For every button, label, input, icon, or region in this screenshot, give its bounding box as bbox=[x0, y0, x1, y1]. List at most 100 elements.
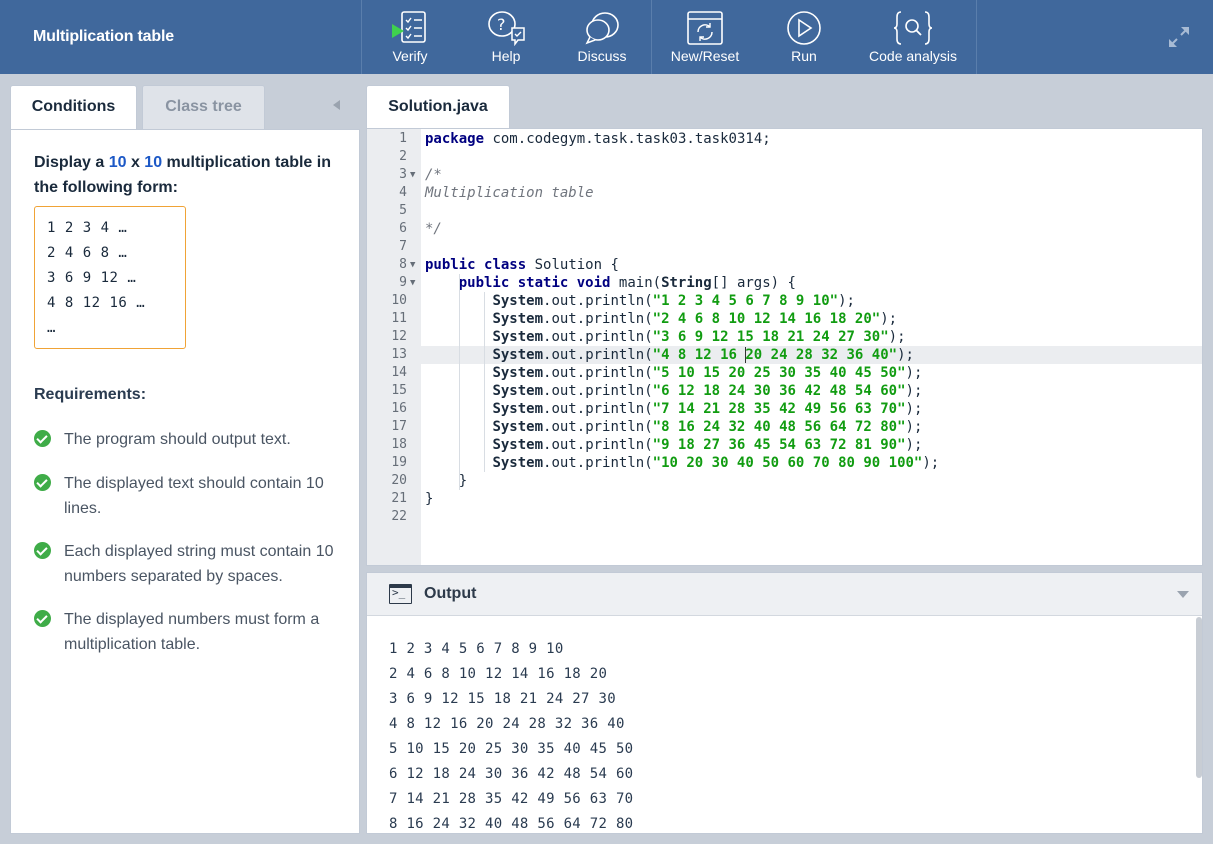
line-number: 22 bbox=[391, 509, 407, 524]
line-number: 15 bbox=[391, 383, 407, 398]
line-number: 5 bbox=[399, 203, 407, 218]
code-line[interactable]: 21} bbox=[367, 490, 1202, 508]
verify-button[interactable]: Verify bbox=[362, 0, 458, 74]
code-text: System.out.println("8 16 24 32 40 48 56 … bbox=[492, 419, 923, 435]
code-line[interactable]: 6 */ bbox=[367, 220, 1202, 238]
output-line: 3 6 9 12 15 18 21 24 27 30 bbox=[389, 691, 616, 707]
run-button[interactable]: Run bbox=[758, 0, 850, 74]
fold-arrow-icon[interactable]: ▼ bbox=[410, 166, 415, 184]
discuss-label: Discuss bbox=[577, 48, 627, 64]
code-line[interactable]: 13 System.out.println("4 8 12 16 20 24 2… bbox=[367, 346, 1202, 364]
conditions-panel: Display a 10 x 10 multiplication table i… bbox=[10, 129, 360, 834]
code-analysis-button[interactable]: Code analysis bbox=[850, 0, 976, 74]
code-text: public class Solution { bbox=[425, 257, 619, 273]
code-line[interactable]: 7 bbox=[367, 238, 1202, 256]
line-number: 13 bbox=[391, 347, 407, 362]
code-line[interactable]: 9 ▼ public static void main(String[] args… bbox=[367, 274, 1202, 292]
output-line: 4 8 12 16 20 24 28 32 36 40 bbox=[389, 716, 625, 732]
toolbar-divider bbox=[976, 0, 977, 74]
code-line[interactable]: 12 System.out.println("3 6 9 12 15 18 21… bbox=[367, 328, 1202, 346]
check-icon bbox=[34, 610, 51, 627]
line-number: 16 bbox=[391, 401, 407, 416]
code-text: } bbox=[425, 473, 468, 489]
line-number: 9 bbox=[399, 275, 407, 290]
fold-arrow-icon[interactable]: ▼ bbox=[410, 256, 415, 274]
code-text: System.out.println("1 2 3 4 5 6 7 8 9 10… bbox=[492, 293, 855, 309]
task-text-times: x bbox=[126, 154, 145, 171]
indent-guide bbox=[484, 292, 486, 472]
discuss-button[interactable]: Discuss bbox=[554, 0, 650, 74]
code-text: Multiplication table bbox=[425, 185, 594, 201]
chevron-down-icon[interactable] bbox=[1177, 591, 1189, 598]
requirement-text: Each displayed string must contain 10 nu… bbox=[64, 543, 334, 585]
code-line[interactable]: 20 } bbox=[367, 472, 1202, 490]
code-text: System.out.println("7 14 21 28 35 42 49 … bbox=[492, 401, 923, 417]
tab-conditions[interactable]: Conditions bbox=[10, 85, 137, 130]
verify-label: Verify bbox=[392, 48, 428, 64]
output-line: 6 12 18 24 30 36 42 48 54 60 bbox=[389, 766, 634, 782]
code-line[interactable]: 18 System.out.println("9 18 27 36 45 54 … bbox=[367, 436, 1202, 454]
output-header[interactable]: >_ Output bbox=[367, 573, 1202, 616]
line-number: 6 bbox=[399, 221, 407, 236]
code-line[interactable]: 1 package com.codegym.task.task03.task031… bbox=[367, 130, 1202, 148]
example-row: 4 8 12 16 … bbox=[47, 295, 146, 311]
code-line[interactable]: 15 System.out.println("6 12 18 24 30 36 … bbox=[367, 382, 1202, 400]
code-text: /* bbox=[425, 167, 442, 183]
code-line[interactable]: 14 System.out.println("5 10 15 20 25 30 … bbox=[367, 364, 1202, 382]
line-number: 3 bbox=[399, 167, 407, 182]
task-text-prefix: Display a bbox=[34, 154, 109, 171]
code-text: public static void main(String[] args) { bbox=[458, 275, 796, 291]
code-line[interactable]: 2 bbox=[367, 148, 1202, 166]
collapse-panel-icon[interactable] bbox=[333, 100, 340, 110]
output-scrollbar[interactable] bbox=[1196, 617, 1202, 778]
code-line[interactable]: 22 bbox=[367, 508, 1202, 526]
code-line[interactable]: 4 Multiplication table bbox=[367, 184, 1202, 202]
line-number: 19 bbox=[391, 455, 407, 470]
expand-icon[interactable] bbox=[1166, 24, 1192, 50]
code-text: System.out.println("3 6 9 12 15 18 21 24… bbox=[492, 329, 906, 345]
code-line[interactable]: 3 ▼ /* bbox=[367, 166, 1202, 184]
line-number: 18 bbox=[391, 437, 407, 452]
verify-icon bbox=[392, 11, 426, 43]
run-label: Run bbox=[791, 48, 817, 64]
line-number: 10 bbox=[391, 293, 407, 308]
task-number-rows: 10 bbox=[108, 154, 127, 171]
line-number: 8 bbox=[399, 257, 407, 272]
task-number-cols: 10 bbox=[144, 154, 163, 171]
code-analysis-label: Code analysis bbox=[869, 48, 957, 64]
terminal-icon: >_ bbox=[389, 584, 412, 604]
help-button[interactable]: ? Help bbox=[458, 0, 554, 74]
example-row: … bbox=[47, 320, 56, 336]
indent-guide bbox=[458, 274, 460, 490]
tab-solution-java[interactable]: Solution.java bbox=[366, 85, 510, 129]
new-reset-button[interactable]: New/Reset bbox=[652, 0, 758, 74]
code-line[interactable]: 11 System.out.println("2 4 6 8 10 12 14 … bbox=[367, 310, 1202, 328]
svg-text:?: ? bbox=[497, 15, 506, 34]
code-editor[interactable]: 1 package com.codegym.task.task03.task031… bbox=[366, 128, 1203, 566]
code-line[interactable]: 19 System.out.println("10 20 30 40 50 60… bbox=[367, 454, 1202, 472]
check-icon bbox=[34, 430, 51, 447]
code-analysis-icon bbox=[893, 11, 933, 45]
example-row: 3 6 9 12 … bbox=[47, 270, 137, 286]
tab-class-tree[interactable]: Class tree bbox=[142, 85, 265, 129]
example-row: 1 2 3 4 … bbox=[47, 220, 128, 236]
task-title: Multiplication table bbox=[33, 28, 174, 45]
code-line[interactable]: 16 System.out.println("7 14 21 28 35 42 … bbox=[367, 400, 1202, 418]
output-line: 2 4 6 8 10 12 14 16 18 20 bbox=[389, 666, 608, 682]
code-line[interactable]: 5 bbox=[367, 202, 1202, 220]
code-text: System.out.println("2 4 6 8 10 12 14 16 … bbox=[492, 311, 898, 327]
code-text: System.out.println("9 18 27 36 45 54 63 … bbox=[492, 437, 923, 453]
check-icon bbox=[34, 474, 51, 491]
code-line[interactable]: 10 System.out.println("1 2 3 4 5 6 7 8 9… bbox=[367, 292, 1202, 310]
reset-icon bbox=[687, 11, 723, 45]
code-text: */ bbox=[425, 221, 442, 237]
new-reset-label: New/Reset bbox=[670, 48, 740, 64]
requirement-text: The displayed numbers must form a multip… bbox=[64, 611, 320, 653]
requirement-text: The program should output text. bbox=[64, 431, 291, 448]
code-line[interactable]: 17 System.out.println("8 16 24 32 40 48 … bbox=[367, 418, 1202, 436]
code-line[interactable]: 8 ▼ public class Solution { bbox=[367, 256, 1202, 274]
code-text: package com.codegym.task.task03.task0314… bbox=[425, 131, 771, 147]
code-text: System.out.println("4 8 12 16 20 24 28 3… bbox=[492, 347, 914, 363]
fold-arrow-icon[interactable]: ▼ bbox=[410, 274, 415, 292]
line-number: 17 bbox=[391, 419, 407, 434]
